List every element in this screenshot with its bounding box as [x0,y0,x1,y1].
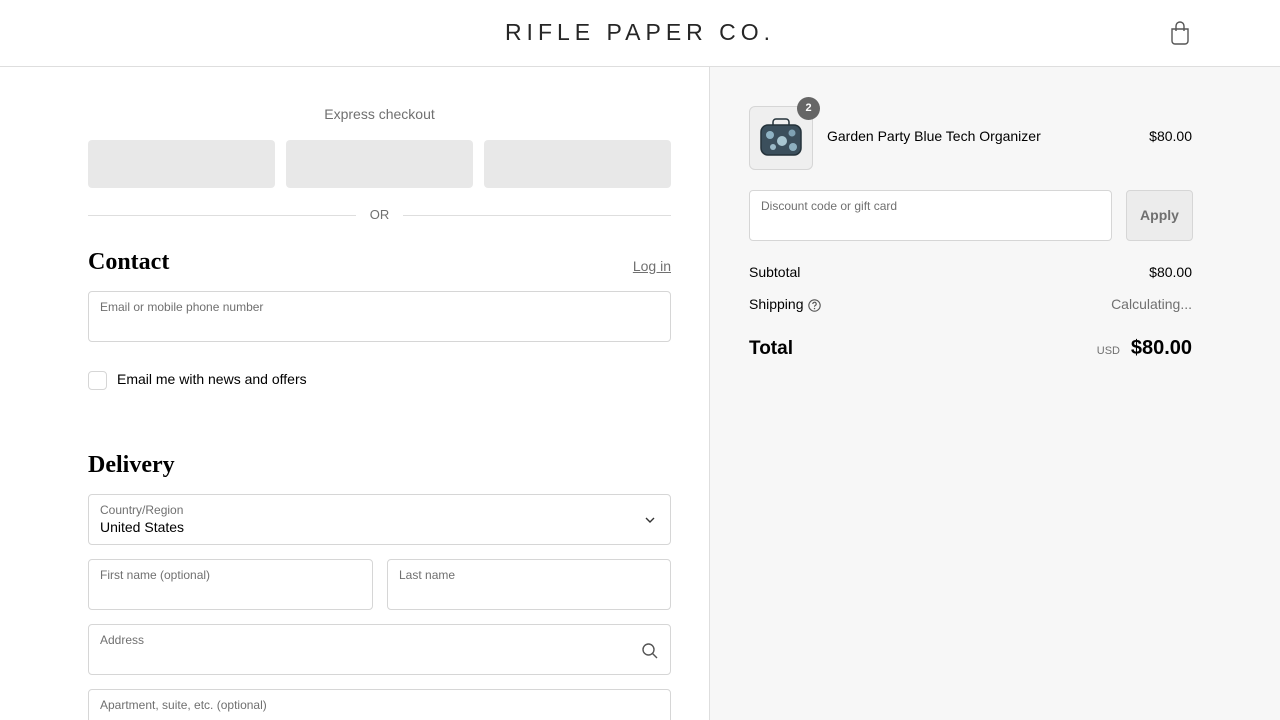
quantity-badge: 2 [797,97,820,120]
apply-discount-button[interactable]: Apply [1126,190,1193,241]
address-field[interactable]: Address [88,624,671,675]
total-label: Total [749,338,793,359]
total-currency: USD [1096,345,1120,357]
express-pay-button-1[interactable] [88,140,275,188]
email-field[interactable]: Email or mobile phone number [88,291,671,342]
order-summary: 2 Garden Party Blue Tech Organizer $80.0… [709,67,1280,720]
address-label: Address [100,633,145,647]
apartment-field[interactable]: Apartment, suite, etc. (optional) [88,689,671,720]
divider-right [403,215,671,216]
last-name-field[interactable]: Last name [387,559,671,610]
country-select[interactable]: Country/Region United States [88,494,671,545]
product-name: Garden Party Blue Tech Organizer [827,128,1041,144]
express-pay-button-3[interactable] [484,140,671,188]
chevron-down-icon [645,517,655,523]
divider-left [88,215,356,216]
express-checkout-title: Express checkout [324,106,435,122]
newsletter-label[interactable]: Email me with news and offers [117,371,307,387]
newsletter-checkbox[interactable] [88,371,107,390]
product-price: $80.00 [1149,128,1192,144]
brand-logo[interactable]: RIFLE PAPER CO. [0,19,1280,46]
country-value: United States [100,519,185,535]
product-image [760,118,802,156]
subtotal-value: $80.00 [1149,264,1192,280]
shipping-value: Calculating... [1111,296,1192,312]
help-circle-icon[interactable] [808,299,821,312]
checkout-form: Express checkout OR Contact Log in Email… [0,67,709,720]
last-name-label: Last name [399,568,456,582]
shipping-label: Shipping [749,296,804,312]
apartment-label: Apartment, suite, etc. (optional) [100,698,267,712]
express-pay-button-2[interactable] [286,140,473,188]
subtotal-label: Subtotal [749,264,801,280]
first-name-field[interactable]: First name (optional) [88,559,373,610]
discount-code-input[interactable]: Discount code or gift card [749,190,1112,241]
search-icon[interactable] [641,642,659,660]
or-divider-text: OR [369,207,390,222]
shopping-bag-icon[interactable] [1169,21,1191,45]
discount-label: Discount code or gift card [761,199,898,213]
delivery-heading: Delivery [88,452,175,478]
email-field-label: Email or mobile phone number [100,300,264,314]
country-label: Country/Region [100,503,184,517]
total-value: $80.00 [1130,337,1192,359]
header: RIFLE PAPER CO. [0,0,1280,67]
first-name-label: First name (optional) [100,568,211,582]
contact-heading: Contact [88,249,170,275]
login-link[interactable]: Log in [633,258,671,274]
